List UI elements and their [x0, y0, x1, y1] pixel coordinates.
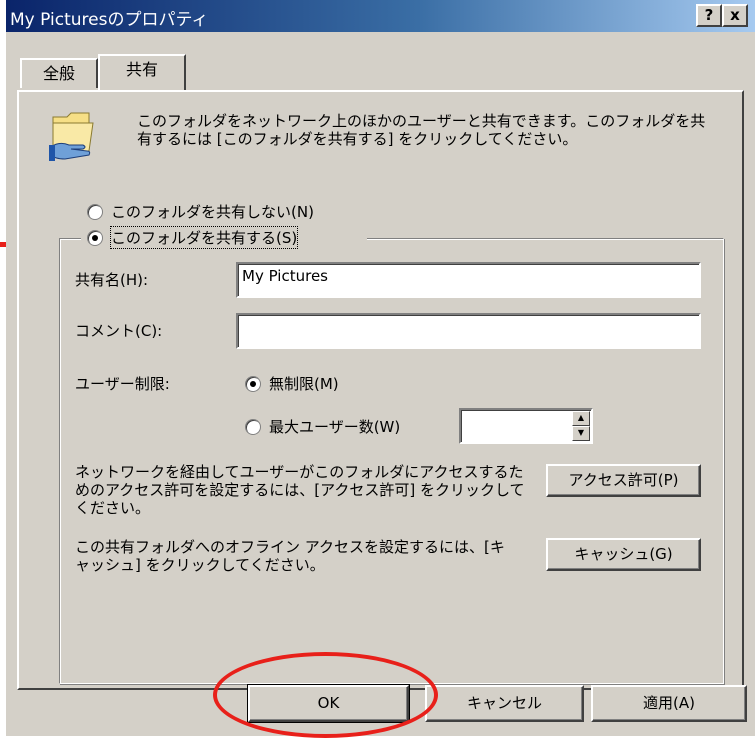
- spin-down-button[interactable]: ▼: [572, 426, 590, 441]
- tab-sharing[interactable]: 共有: [98, 54, 186, 90]
- shared-folder-icon: [49, 112, 94, 161]
- properties-dialog: My Picturesのプロパティ ? x 全般 共有 このフォルダをネットワー…: [6, 0, 755, 736]
- radio-share-selected-dot: [92, 235, 98, 241]
- window-title: My Picturesのプロパティ: [10, 10, 209, 30]
- user-limit-label: ユーザー制限:: [75, 375, 170, 393]
- annotation-ellipse: [213, 652, 438, 738]
- permissions-text: ネットワークを経由してユーザーがこのフォルダにアクセスするためのアクセス許可を設…: [75, 463, 525, 517]
- spin-up-button[interactable]: ▲: [572, 411, 590, 426]
- comment-label: コメント(C):: [75, 322, 163, 340]
- help-button[interactable]: ?: [696, 4, 722, 27]
- share-label[interactable]: このフォルダを共有する(S): [109, 226, 299, 249]
- unlimited-label[interactable]: 無制限(M): [269, 373, 339, 394]
- radio-unlimited-selected-dot: [250, 381, 256, 387]
- max-users-label[interactable]: 最大ユーザー数(W): [269, 416, 400, 437]
- radio-share[interactable]: [87, 230, 103, 246]
- caching-text: この共有フォルダへのオフライン アクセスを設定するには、[キャッシュ] をクリッ…: [75, 538, 505, 574]
- radio-unlimited[interactable]: [245, 376, 261, 392]
- intro-text: このフォルダをネットワーク上のほかのユーザーと共有できます。このフォルダを共有す…: [137, 112, 706, 148]
- cancel-button[interactable]: キャンセル: [425, 685, 584, 722]
- permissions-button[interactable]: アクセス許可(P): [546, 464, 701, 497]
- radio-no-share[interactable]: [87, 204, 103, 220]
- apply-button[interactable]: 適用(A): [591, 685, 747, 722]
- radio-max-users[interactable]: [245, 419, 261, 435]
- sharing-tab-panel: このフォルダをネットワーク上のほかのユーザーと共有できます。このフォルダを共有す…: [17, 90, 744, 690]
- comment-input[interactable]: [236, 313, 701, 349]
- title-bar[interactable]: My Picturesのプロパティ ? x: [6, 0, 755, 32]
- no-share-label[interactable]: このフォルダを共有しない(N): [111, 201, 314, 222]
- caching-button[interactable]: キャッシュ(G): [546, 538, 701, 571]
- tab-general[interactable]: 全般: [20, 58, 98, 88]
- share-name-label: 共有名(H):: [75, 271, 149, 289]
- share-settings-group: [59, 238, 724, 684]
- share-name-input[interactable]: My Pictures: [236, 262, 701, 298]
- close-button[interactable]: x: [722, 4, 748, 27]
